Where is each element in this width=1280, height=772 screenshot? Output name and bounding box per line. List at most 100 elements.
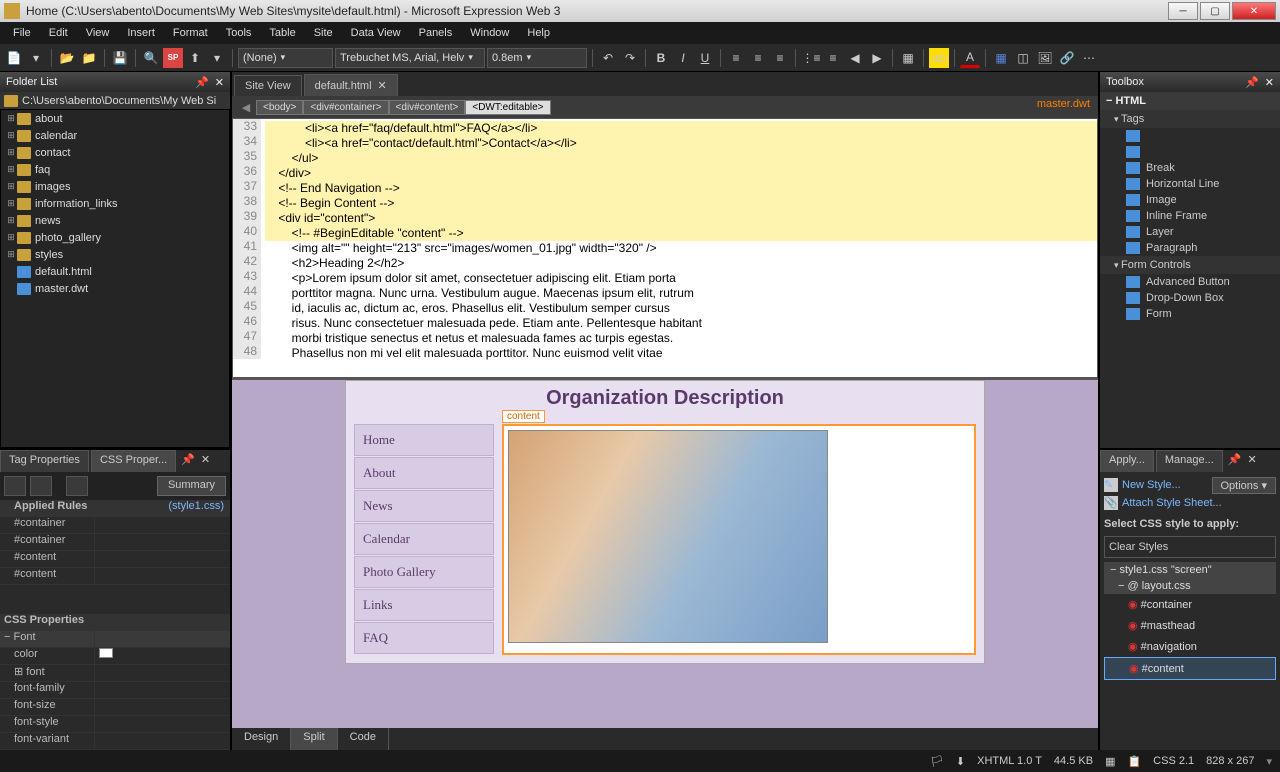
menu-table[interactable]: Table	[260, 24, 304, 42]
applied-rule[interactable]: #content	[0, 568, 230, 585]
superpreview-icon[interactable]: SP	[163, 48, 183, 68]
options-button[interactable]: Options ▾	[1212, 477, 1277, 494]
toolbox-item[interactable]: Paragraph	[1100, 240, 1280, 256]
css-schema-status[interactable]: CSS 2.1	[1153, 755, 1194, 767]
menu-view[interactable]: View	[77, 24, 119, 42]
css-property[interactable]: color	[0, 648, 230, 665]
doctype-status[interactable]: XHTML 1.0 T	[977, 755, 1042, 767]
dimensions-status[interactable]: 828 x 267	[1206, 755, 1254, 767]
breadcrumb-item[interactable]: <div#container>	[303, 100, 388, 115]
attach-stylesheet-link[interactable]: 📎Attach Style Sheet...	[1104, 494, 1276, 512]
css-property[interactable]: font-family	[0, 682, 230, 699]
folder-item[interactable]: ⊞information_links	[1, 195, 229, 212]
preview-icon[interactable]: 🔍	[141, 48, 161, 68]
menu-help[interactable]: Help	[518, 24, 559, 42]
publish-icon[interactable]: ⬆	[185, 48, 205, 68]
align-right-icon[interactable]: ≡	[770, 48, 790, 68]
menu-format[interactable]: Format	[164, 24, 217, 42]
toolbox-item[interactable]: Horizontal Line	[1100, 176, 1280, 192]
applied-rule[interactable]: #container	[0, 517, 230, 534]
close-button[interactable]: ✕	[1232, 2, 1276, 20]
menu-data-view[interactable]: Data View	[342, 24, 410, 42]
toolbox-item[interactable]: Advanced Button	[1100, 274, 1280, 290]
show-set-icon[interactable]	[4, 476, 26, 496]
more-icon[interactable]: ⋯	[1079, 48, 1099, 68]
toolbox-item[interactable]: Layer	[1100, 224, 1280, 240]
tab-manage-styles[interactable]: Manage...	[1156, 450, 1223, 472]
bold-icon[interactable]: B	[651, 48, 671, 68]
clear-styles[interactable]: Clear Styles	[1104, 536, 1276, 558]
breadcrumb-item[interactable]: <div#content>	[389, 100, 466, 115]
tab-apply-styles[interactable]: Apply...	[1100, 450, 1154, 472]
close-icon[interactable]: ✕	[1265, 76, 1274, 89]
nav-link[interactable]: FAQ	[354, 622, 494, 654]
folder-item[interactable]: default.html	[1, 263, 229, 280]
toolbox-category[interactable]: Tags	[1100, 110, 1280, 128]
toolbox-item[interactable]: Drop-Down Box	[1100, 290, 1280, 306]
folder-item[interactable]: ⊞contact	[1, 144, 229, 161]
folder-list[interactable]: ⊞about⊞calendar⊞contact⊞faq⊞images⊞infor…	[0, 109, 230, 448]
applied-rule[interactable]: #container	[0, 534, 230, 551]
nav-link[interactable]: Links	[354, 589, 494, 621]
view-tab-code[interactable]: Code	[338, 728, 389, 750]
nav-link[interactable]: About	[354, 457, 494, 489]
dropdown-icon[interactable]: ▾	[26, 48, 46, 68]
toolbox-category[interactable]: Form Controls	[1100, 256, 1280, 274]
hyperlink-icon[interactable]: 🔗	[1057, 48, 1077, 68]
folder-item[interactable]: ⊞photo_gallery	[1, 229, 229, 246]
pin-icon[interactable]: 📌	[178, 450, 198, 472]
folder-item[interactable]: master.dwt	[1, 280, 229, 297]
minimize-button[interactable]: ─	[1168, 2, 1198, 20]
css-rule[interactable]: #navigation	[1104, 636, 1276, 657]
open-icon[interactable]: 📂	[57, 48, 77, 68]
folder-item[interactable]: ⊞faq	[1, 161, 229, 178]
close-icon[interactable]: ✕	[1245, 450, 1260, 472]
close-tab-icon[interactable]: ✕	[378, 79, 387, 92]
menu-edit[interactable]: Edit	[40, 24, 77, 42]
toolbox-item[interactable]: Break	[1100, 160, 1280, 176]
visual-aids-icon[interactable]: 🏳	[930, 755, 944, 768]
font-category[interactable]: Font	[13, 631, 35, 643]
pin-icon[interactable]: 📌	[1225, 450, 1245, 472]
list-number-icon[interactable]: ≡	[823, 48, 843, 68]
redo-icon[interactable]: ↷	[620, 48, 640, 68]
preview-image[interactable]	[508, 430, 828, 643]
toolbox-item[interactable]: Form	[1100, 306, 1280, 322]
toolbox-item[interactable]: Image	[1100, 192, 1280, 208]
menu-file[interactable]: File	[4, 24, 40, 42]
toolbox-item[interactable]: Inline Frame	[1100, 208, 1280, 224]
view-tab-split[interactable]: Split	[291, 728, 337, 750]
folder-root[interactable]: C:\Users\abento\Documents\My Web Si	[0, 92, 230, 109]
indent-icon[interactable]: ▶	[867, 48, 887, 68]
folder-item[interactable]: ⊞calendar	[1, 127, 229, 144]
folder-item[interactable]: ⊞about	[1, 110, 229, 127]
breadcrumb-prev-icon[interactable]: ◀	[238, 101, 254, 114]
document-tab[interactable]: Site View	[234, 75, 302, 96]
mode-icon[interactable]: ▦	[1105, 755, 1115, 768]
highlight-icon[interactable]: ab	[929, 48, 949, 68]
table-icon[interactable]: ▦	[991, 48, 1011, 68]
underline-icon[interactable]: U	[695, 48, 715, 68]
schema-icon[interactable]: 📋	[1127, 755, 1141, 768]
view-tab-design[interactable]: Design	[232, 728, 291, 750]
applied-rule[interactable]: #content	[0, 551, 230, 568]
nav-link[interactable]: Home	[354, 424, 494, 456]
borders-icon[interactable]: ▦	[898, 48, 918, 68]
folder-item[interactable]: ⊞news	[1, 212, 229, 229]
editable-content-region[interactable]: content	[502, 424, 976, 655]
css-rule[interactable]: #masthead	[1104, 615, 1276, 636]
download-icon[interactable]: ⬇	[956, 755, 965, 768]
outdent-icon[interactable]: ◀	[845, 48, 865, 68]
maximize-button[interactable]: ▢	[1200, 2, 1230, 20]
tab-tag-properties[interactable]: Tag Properties	[0, 450, 89, 472]
close-icon[interactable]: ✕	[215, 76, 224, 89]
undo-icon[interactable]: ↶	[598, 48, 618, 68]
css-rule[interactable]: #content	[1104, 657, 1276, 680]
css-property[interactable]: font-variant	[0, 733, 230, 750]
breadcrumb-item[interactable]: <body>	[256, 100, 303, 115]
nav-link[interactable]: Photo Gallery	[354, 556, 494, 588]
style-combo[interactable]: (None)	[238, 48, 333, 68]
menu-site[interactable]: Site	[305, 24, 342, 42]
css-property[interactable]: font-style	[0, 716, 230, 733]
font-combo[interactable]: Trebuchet MS, Arial, Helv	[335, 48, 485, 68]
